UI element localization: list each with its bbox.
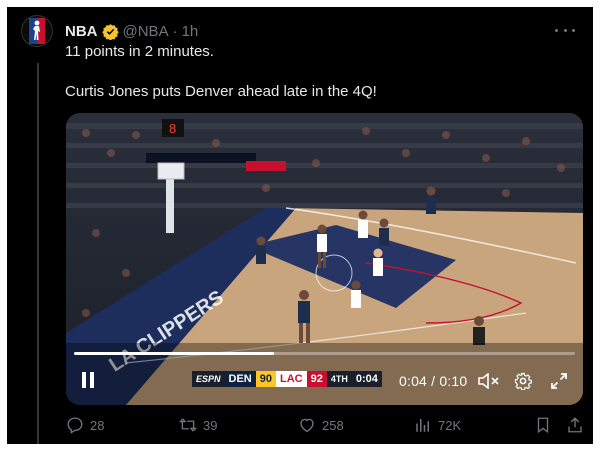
tweet-timestamp[interactable]: 1h (182, 23, 199, 40)
like-count: 258 (322, 417, 344, 433)
views-count: 72K (438, 417, 462, 433)
share-icon (568, 417, 582, 433)
repost-icon (179, 418, 197, 432)
nba-logo (29, 18, 45, 44)
scorebug: ESPN DEN 90 LAC 92 4TH 0:04 (192, 371, 382, 387)
scorebug-score2: 92 (306, 371, 327, 387)
thread-line (37, 63, 39, 444)
video-player[interactable]: LA CLIPPERS 8 ESPN DEN 90 LAC 92 4TH 0:0… (66, 113, 583, 405)
repost-count: 39 (203, 417, 218, 433)
tweet-actions: 28 39 258 72K (66, 415, 586, 435)
more-icon[interactable] (555, 25, 575, 35)
separator-dot: · (172, 22, 178, 40)
volume-muted-icon[interactable] (478, 373, 500, 389)
bookmark-icon (537, 417, 549, 434)
verified-badge-icon (101, 23, 119, 40)
author-handle[interactable]: @NBA (123, 23, 169, 40)
video-frame: LA CLIPPERS 8 (66, 113, 583, 405)
like-button[interactable]: 258 (298, 415, 344, 435)
scorebug-network: ESPN (192, 371, 225, 387)
tweet-card[interactable]: NBA @NBA · 1h 11 points in 2 minutes. Cu… (7, 7, 593, 444)
reply-icon (67, 417, 83, 434)
author-name[interactable]: NBA (65, 23, 98, 40)
scorebug-team2: LAC (276, 371, 307, 387)
scorebug-score1: 90 (255, 371, 276, 387)
reply-count: 28 (90, 417, 105, 433)
reply-button[interactable]: 28 (66, 415, 104, 435)
fullscreen-icon[interactable] (550, 372, 568, 390)
bookmark-button[interactable] (534, 415, 552, 435)
gear-icon[interactable] (514, 372, 532, 390)
video-progress-fill (74, 352, 275, 355)
video-progress-bar[interactable] (74, 352, 575, 355)
avatar[interactable] (21, 15, 53, 47)
heart-icon (300, 418, 314, 433)
tweet-header: NBA @NBA · 1h (65, 21, 198, 41)
views-button[interactable]: 72K (414, 415, 461, 435)
scorebug-team1: DEN (224, 371, 256, 387)
scorebug-period: 4TH (326, 371, 352, 387)
share-button[interactable] (566, 415, 584, 435)
views-icon (416, 419, 429, 432)
shot-clock: 8 (169, 121, 176, 136)
tweet-text-line-1: 11 points in 2 minutes. (65, 43, 214, 60)
repost-button[interactable]: 39 (179, 415, 217, 435)
pause-icon[interactable] (79, 370, 97, 390)
video-timecode: 0:04 / 0:10 (399, 373, 468, 389)
scorebug-clock: 0:04 (351, 371, 382, 387)
tweet-text-line-2: Curtis Jones puts Denver ahead late in t… (65, 83, 377, 100)
